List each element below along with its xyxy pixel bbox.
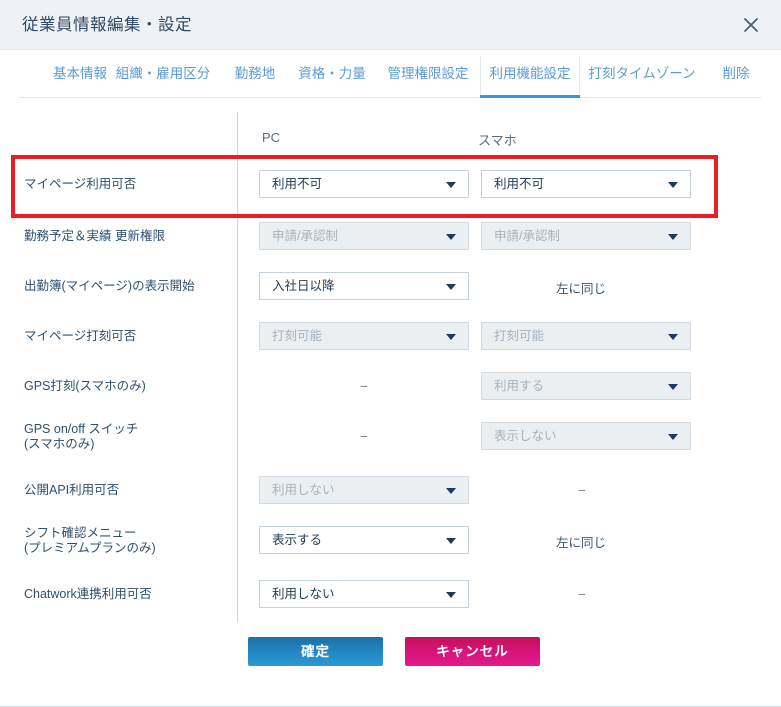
row-label: シフト確認メニュー (プレミアムプランのみ) <box>24 526 156 555</box>
row-label: 出勤簿(マイページ)の表示開始 <box>24 279 195 293</box>
dropdown-pc[interactable]: 入社日以降 <box>259 272 469 300</box>
row-label: マイページ打刻可否 <box>24 329 137 343</box>
chevron-down-icon <box>446 234 456 240</box>
dropdown-pc: 申請/承認制 <box>259 222 469 250</box>
chevron-down-icon <box>668 182 678 188</box>
chevron-down-icon <box>668 234 678 240</box>
dropdown-value: 利用しない <box>272 587 335 601</box>
tab-6[interactable]: 打刻タイムゾーン <box>580 50 704 98</box>
employee-settings-dialog: 従業員情報編集・設定 基本情報 組織・雇用区分 勤務地 資格・力量 管理権限設定 利用機能… <box>0 0 781 707</box>
dropdown-value: 打刻可能 <box>494 329 545 343</box>
tab-1[interactable]: 組織・雇用区分 <box>104 50 222 98</box>
chevron-down-icon <box>446 334 456 340</box>
dropdown-pc: 利用しない <box>259 476 469 504</box>
tab-label: 管理権限設定 <box>387 66 469 81</box>
column-header-pc: PC <box>262 130 281 145</box>
not-applicable-pc: -- <box>360 378 368 393</box>
tab-label: 組織・雇用区分 <box>115 66 211 81</box>
tab-label: 削除 <box>722 66 750 81</box>
tab-label: 資格・力量 <box>298 66 366 81</box>
dropdown-smartphone: 申請/承認制 <box>481 222 691 250</box>
chevron-down-icon <box>446 284 456 290</box>
tab-sideline-l <box>480 56 481 95</box>
same-as-left-smartphone: 左に同じ <box>556 282 607 296</box>
dropdown-smartphone: 利用する <box>481 372 691 400</box>
dropdown-value: 利用不可 <box>494 177 545 191</box>
tab-7[interactable]: 削除 <box>706 50 766 98</box>
dropdown-value: 申請/承認制 <box>494 229 560 243</box>
dialog-title: 従業員情報編集・設定 <box>22 16 192 34</box>
chevron-down-icon <box>668 334 678 340</box>
row-label: GPS on/off スイッチ (スマホのみ) <box>24 422 139 451</box>
chevron-down-icon <box>668 384 678 390</box>
not-applicable-smartphone: -- <box>578 482 586 497</box>
row-label: マイページ利用可否 <box>24 177 137 191</box>
chevron-down-icon <box>446 592 456 598</box>
tab-label: 基本情報 <box>53 66 107 81</box>
dropdown-value: 利用不可 <box>272 177 323 191</box>
tab-label: 勤務地 <box>234 66 276 81</box>
tab-label: 利用機能設定 <box>489 66 571 81</box>
tab-label: 打刻タイムゾーン <box>588 66 696 81</box>
dropdown-value: 表示する <box>272 533 323 547</box>
dropdown-value: 表示しない <box>494 429 557 443</box>
dropdown-smartphone: 表示しない <box>481 422 691 450</box>
row-label: 公開API利用可否 <box>24 483 120 497</box>
not-applicable-pc: -- <box>360 428 368 443</box>
row-label: Chatwork連携利用可否 <box>24 587 152 601</box>
dropdown-pc[interactable]: 利用しない <box>259 580 469 608</box>
chevron-down-icon <box>446 182 456 188</box>
tab-4[interactable]: 管理権限設定 <box>372 50 484 98</box>
column-header-smartphone: スマホ <box>478 133 517 148</box>
dialog-titlebar: 従業員情報編集・設定 <box>0 0 781 50</box>
chevron-down-icon <box>446 538 456 544</box>
tab-3[interactable]: 資格・力量 <box>284 50 380 98</box>
dropdown-pc[interactable]: 表示する <box>259 526 469 554</box>
dropdown-value: 打刻可能 <box>272 329 323 343</box>
cancel-button[interactable]: キャンセル <box>405 637 540 666</box>
same-as-left-smartphone: 左に同じ <box>556 536 607 550</box>
dropdown-smartphone: 打刻可能 <box>481 322 691 350</box>
dropdown-pc: 打刻可能 <box>259 322 469 350</box>
row-label: GPS打刻(スマホのみ) <box>24 379 146 393</box>
row-label: 勤務予定＆実績 更新権限 <box>24 229 165 243</box>
dropdown-value: 申請/承認制 <box>272 229 338 243</box>
dropdown-pc[interactable]: 利用不可 <box>259 170 469 198</box>
dropdown-smartphone[interactable]: 利用不可 <box>481 170 691 198</box>
dropdown-value: 利用する <box>494 379 545 393</box>
tab-5[interactable]: 利用機能設定 <box>480 50 580 98</box>
column-divider <box>237 112 238 622</box>
confirm-button[interactable]: 確定 <box>248 637 383 666</box>
chevron-down-icon <box>446 488 456 494</box>
dropdown-value: 入社日以降 <box>272 279 335 293</box>
not-applicable-smartphone: -- <box>578 586 586 601</box>
close-icon[interactable] <box>737 11 765 39</box>
tab-underline <box>480 95 580 98</box>
dropdown-value: 利用しない <box>272 483 335 497</box>
chevron-down-icon <box>668 434 678 440</box>
